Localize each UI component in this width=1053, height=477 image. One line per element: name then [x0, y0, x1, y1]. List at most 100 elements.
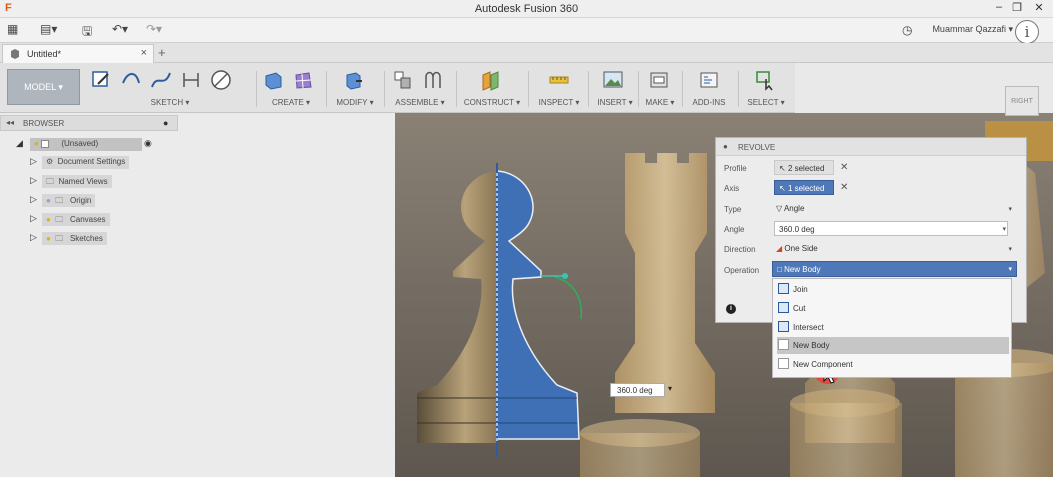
clear-profile-icon[interactable]: ✕ — [840, 162, 848, 173]
chevron-down-icon[interactable]: ▾ — [1008, 205, 1012, 213]
chevron-down-icon[interactable]: ▾ — [1002, 225, 1006, 233]
tree-item-origin[interactable]: ▷ ● 🗀 Origin — [30, 193, 130, 208]
tab-untitled[interactable]: Untitled* × — [2, 44, 154, 63]
document-icon — [41, 139, 50, 148]
expand-icon[interactable]: ▷ — [30, 232, 37, 243]
save-icon[interactable]: 🖫 — [82, 22, 92, 38]
3d-print-icon[interactable] — [646, 67, 672, 93]
chevron-down-icon[interactable]: ▾ — [668, 384, 672, 393]
tab-label: Untitled* — [27, 49, 62, 59]
file-menu-icon[interactable]: ▤▾ — [40, 22, 57, 38]
spline-icon[interactable] — [148, 67, 174, 93]
measure-icon[interactable] — [546, 67, 572, 93]
tab-close-icon[interactable]: × — [141, 47, 147, 59]
expand-icon[interactable]: ▷ — [30, 175, 37, 186]
angle-input[interactable]: 360.0 deg — [774, 221, 1008, 236]
user-menu[interactable]: Muammar Qazzafi ▾ — [932, 24, 1013, 35]
arc-icon[interactable] — [118, 67, 144, 93]
profile-selection-button[interactable]: ↖ 2 selected — [774, 160, 834, 175]
offset-plane-icon[interactable] — [478, 67, 504, 93]
assemble-group-label: ASSEMBLE ▾ — [395, 98, 445, 107]
axis-selection-button[interactable]: ↖ 1 selected — [774, 180, 834, 195]
sketch-group[interactable]: SKETCH ▾ — [88, 67, 252, 111]
form-icon[interactable] — [290, 67, 316, 93]
info-icon[interactable]: i — [726, 304, 736, 314]
option-new-component[interactable]: New Component — [777, 356, 1009, 373]
select-group[interactable]: SELECT ▾ — [742, 67, 790, 111]
add-ins-group[interactable]: ADD-INS — [684, 67, 734, 111]
info-icon[interactable]: i — [1015, 20, 1039, 44]
insert-group[interactable]: INSERT ▾ — [592, 67, 638, 111]
cursor-select-icon: ↖ — [779, 184, 786, 193]
option-cut[interactable]: Cut — [777, 300, 1009, 317]
expand-icon[interactable]: ▷ — [30, 213, 37, 224]
quick-access-bar: ▦ ▤▾ 🖫 ↶▾ ↷▾ ◷ Muammar Qazzafi ▾ — [0, 18, 1053, 43]
browser-header[interactable]: ◂◂ BROWSER ● — [0, 115, 178, 131]
new-tab-icon[interactable]: + — [158, 45, 166, 60]
toolbar: MODEL ▾ SKETCH ▾ CREATE ▾ MODIFY ▾ ASSEM… — [0, 63, 795, 113]
job-status-icon[interactable]: ◷ — [902, 23, 912, 39]
joint-icon[interactable] — [420, 67, 446, 93]
angle-manipulator-input[interactable]: 360.0 deg — [610, 383, 665, 397]
tree-item-document-settings[interactable]: ▷ ⚙ Document Settings — [30, 155, 150, 170]
lightbulb-icon[interactable]: ● — [46, 215, 51, 224]
expand-icon[interactable]: ▷ — [30, 156, 37, 167]
option-join[interactable]: Join — [777, 281, 1009, 298]
document-tab-bar: Untitled* × + — [0, 43, 1053, 63]
angle-label: Angle — [724, 225, 745, 234]
minimize-button[interactable]: – — [990, 1, 1008, 15]
expand-icon[interactable]: ◢ — [16, 138, 23, 149]
lightbulb-icon[interactable]: ● — [46, 196, 51, 205]
undo-icon[interactable]: ↶▾ — [112, 22, 128, 38]
construct-group[interactable]: CONSTRUCT ▾ — [460, 67, 524, 111]
pin-icon[interactable]: ● — [163, 118, 168, 128]
tree-root[interactable]: ◢ ● (Unsaved) ◉ — [16, 137, 152, 152]
press-pull-icon[interactable] — [340, 67, 366, 93]
insert-group-label: INSERT ▾ — [597, 98, 633, 107]
redo-icon[interactable]: ↷▾ — [146, 22, 162, 38]
chevron-down-icon[interactable]: ▾ — [1008, 245, 1012, 253]
type-dropdown[interactable]: ▽ Angle — [774, 201, 1016, 216]
folder-icon: 🗀 — [46, 177, 54, 186]
new-component-icon[interactable] — [390, 67, 416, 93]
tree-item-canvases[interactable]: ▷ ● 🗀 Canvases — [30, 212, 140, 227]
maximize-button[interactable]: ❐ — [1008, 1, 1026, 15]
active-radio-icon[interactable]: ◉ — [144, 138, 152, 149]
collapse-panel-icon[interactable]: ◂◂ — [6, 118, 14, 127]
viewcube[interactable]: RIGHT — [1005, 86, 1039, 116]
clear-axis-icon[interactable]: ✕ — [840, 182, 848, 193]
intersect-icon — [778, 321, 789, 332]
select-icon[interactable] — [752, 67, 778, 93]
box-icon[interactable] — [260, 67, 286, 93]
collapse-icon[interactable]: ● — [723, 142, 728, 151]
data-panel-grid-icon[interactable]: ▦ — [7, 22, 18, 38]
new-body-icon: □ — [777, 265, 782, 274]
lightbulb-icon[interactable]: ● — [34, 139, 39, 148]
tree-item-sketches[interactable]: ▷ ● 🗀 Sketches — [30, 231, 140, 246]
inspect-group[interactable]: INSPECT ▾ — [532, 67, 586, 111]
insert-image-icon[interactable] — [600, 67, 626, 93]
close-button[interactable]: ✕ — [1030, 1, 1048, 15]
option-intersect[interactable]: Intersect — [777, 319, 1009, 336]
option-new-body[interactable]: New Body — [777, 337, 1009, 354]
tree-item-named-views[interactable]: ▷ 🗀 Named Views — [30, 174, 140, 189]
create-sketch-icon[interactable] — [88, 67, 114, 93]
toolbar-divider — [682, 71, 683, 107]
lightbulb-icon[interactable]: ● — [46, 234, 51, 243]
expand-icon[interactable]: ▷ — [30, 194, 37, 205]
tree-item-label: ● 🗀 Origin — [42, 194, 96, 207]
direction-dropdown[interactable]: ◢ One Side — [774, 241, 1016, 256]
dimension-icon[interactable] — [178, 67, 204, 93]
chevron-down-icon[interactable]: ▾ — [1008, 265, 1012, 273]
dialog-header[interactable]: ● REVOLVE — [716, 138, 1026, 156]
scripts-icon[interactable] — [696, 67, 722, 93]
workspace-switcher-button[interactable]: MODEL ▾ — [7, 69, 80, 105]
sketch-stop-icon[interactable] — [208, 67, 234, 93]
modify-group[interactable]: MODIFY ▾ — [330, 67, 380, 111]
toolbar-divider — [456, 71, 457, 107]
workspace-label: MODEL — [24, 82, 56, 92]
make-group[interactable]: MAKE ▾ — [640, 67, 680, 111]
assemble-group[interactable]: ASSEMBLE ▾ — [388, 67, 452, 111]
create-group[interactable]: CREATE ▾ — [260, 67, 322, 111]
operation-dropdown[interactable]: □ New Body — [772, 261, 1017, 277]
